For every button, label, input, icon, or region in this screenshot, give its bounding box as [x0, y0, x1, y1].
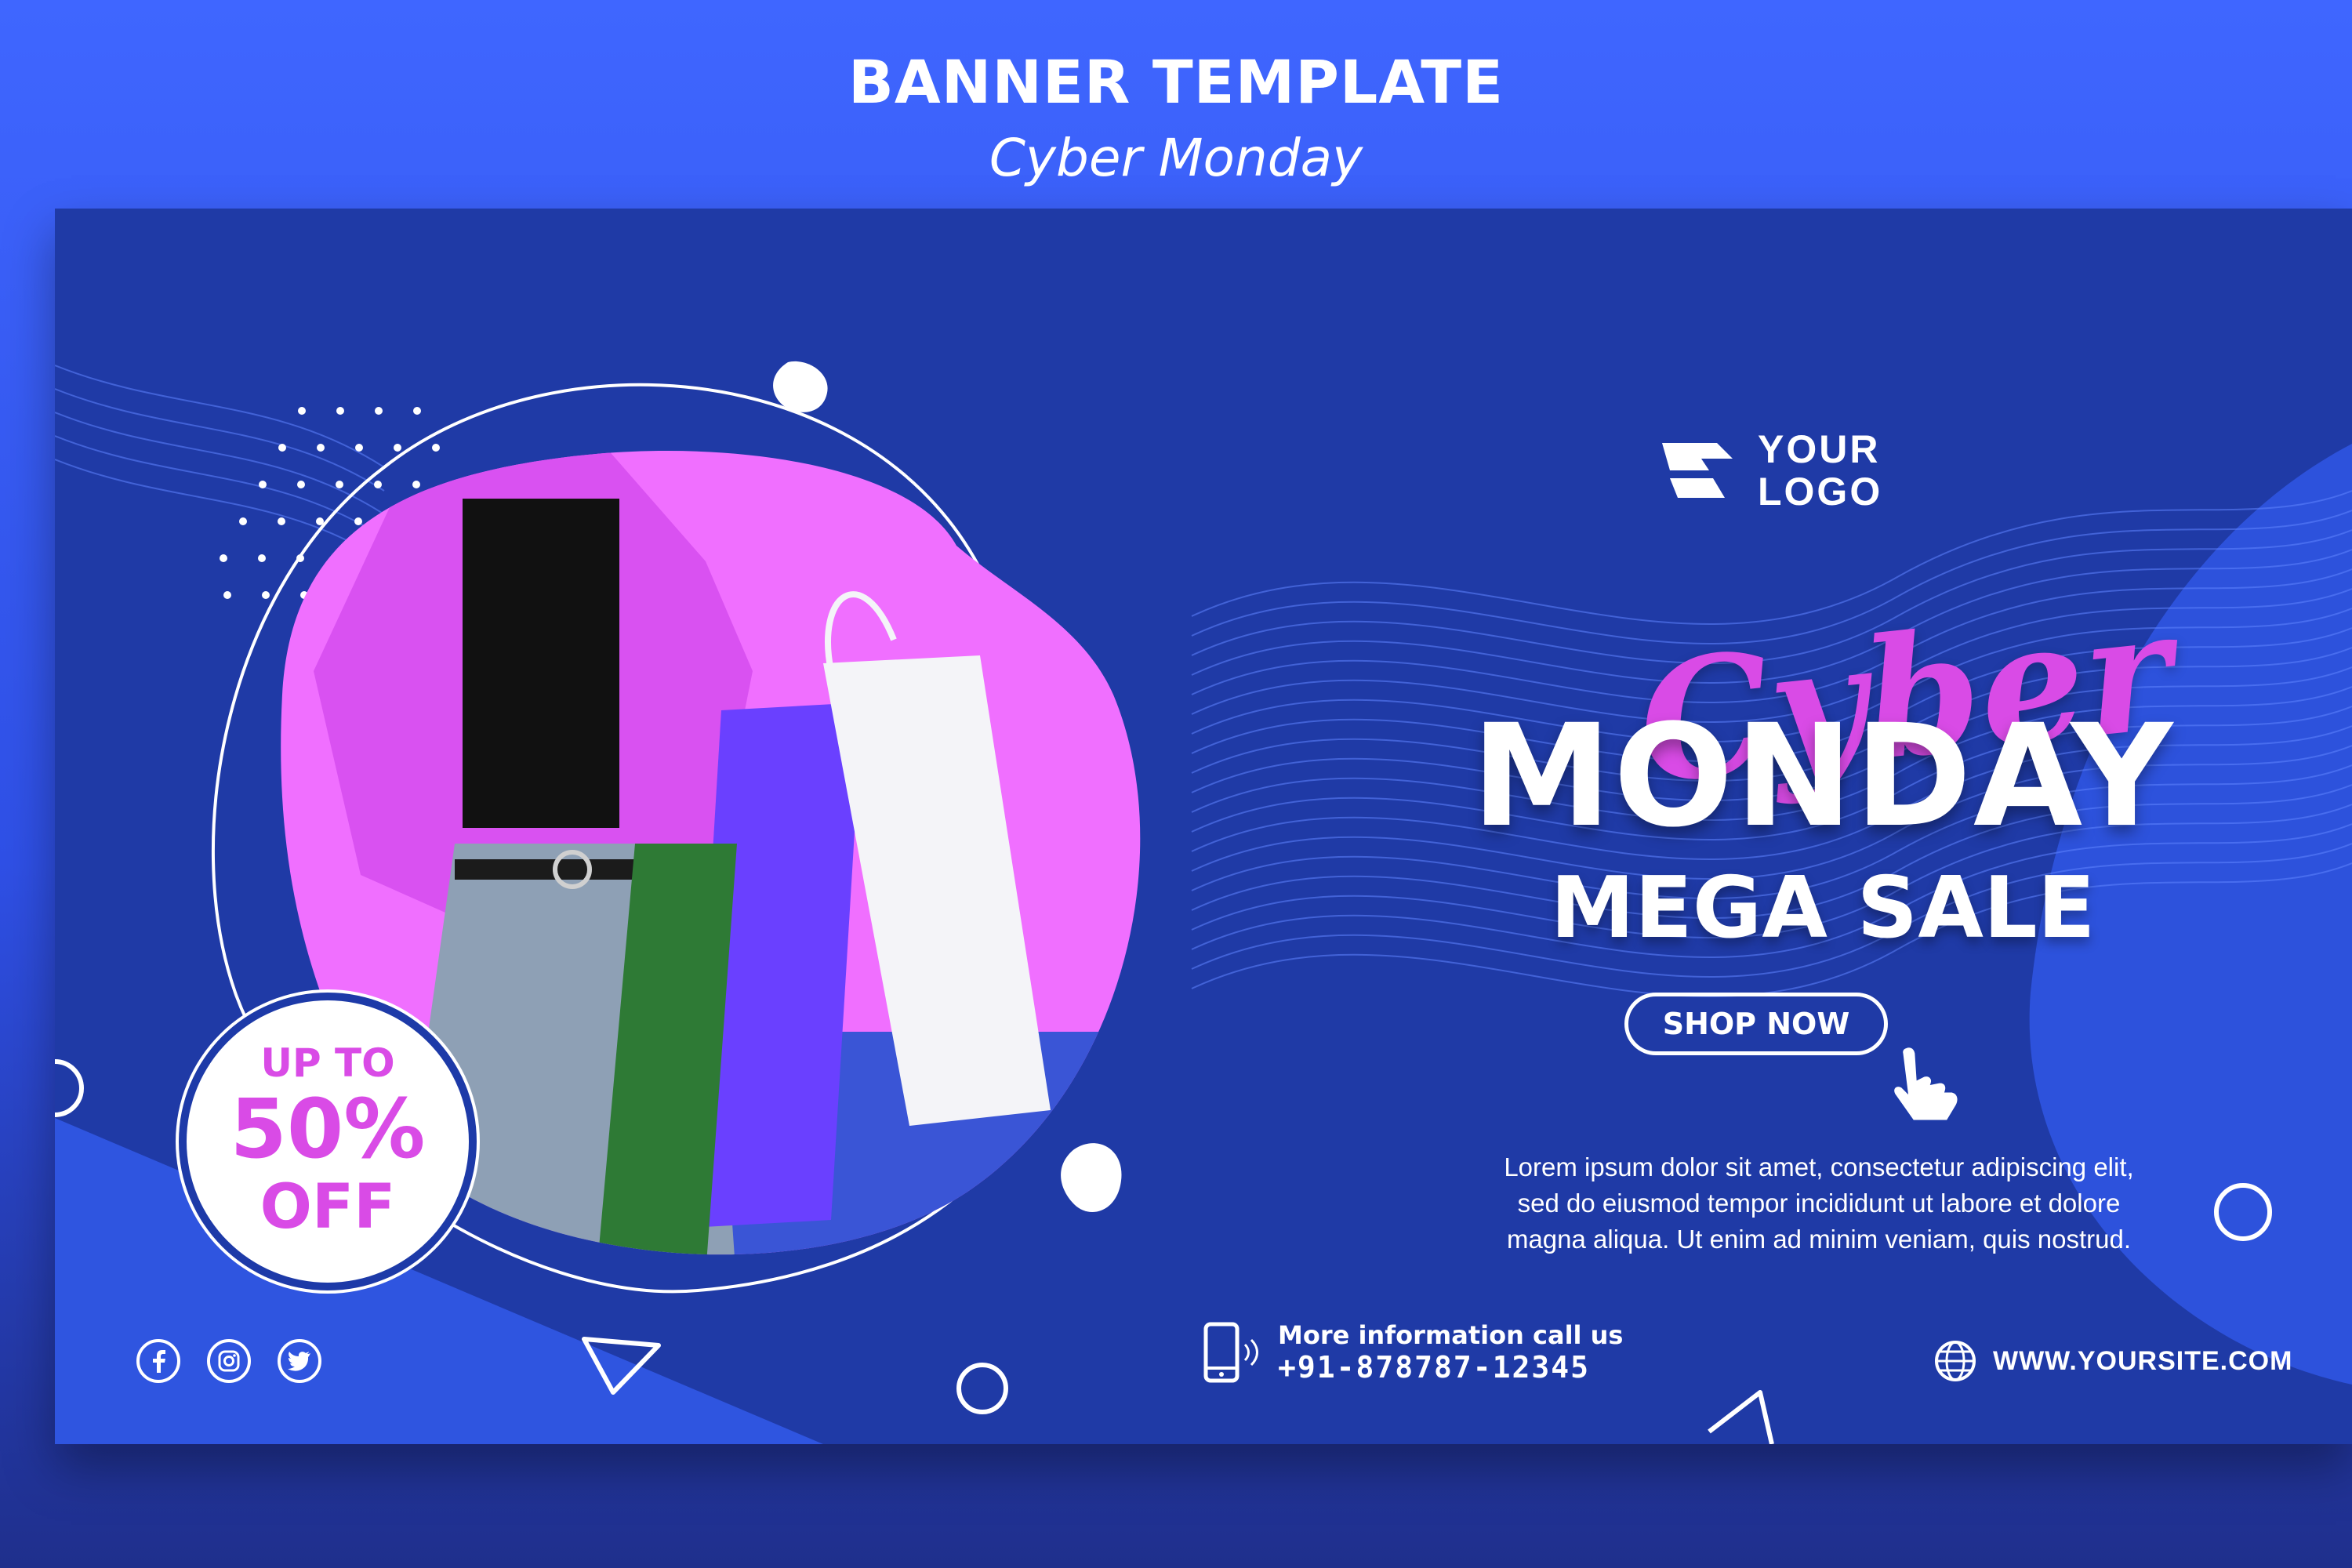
page-title: BANNER TEMPLATE [848, 47, 1504, 117]
description-line-3: magna aliqua. Ut enim ad minim veniam, q… [1506, 1225, 2132, 1254]
pointer-hand-icon [1892, 1045, 1960, 1123]
page-heading: BANNER TEMPLATE Cyber Monday [0, 47, 2352, 188]
description-line-2: sed do eiusmod tempor incididunt ut labo… [1517, 1189, 2121, 1218]
social-links [136, 1339, 321, 1383]
badge-line-3: OFF [260, 1172, 396, 1243]
headline-sub: MEGA SALE [1550, 859, 2096, 957]
instagram-icon[interactable] [207, 1339, 251, 1383]
badge-percentage: 50% [230, 1081, 426, 1177]
description: Lorem ipsum dolor sit amet, consectetur … [1356, 1149, 2281, 1258]
twitter-icon[interactable] [278, 1339, 321, 1383]
phone-icon [1203, 1322, 1258, 1383]
globe-icon [1935, 1341, 1976, 1381]
shop-now-button[interactable]: SHOP NOW [1624, 993, 1888, 1055]
hand [956, 451, 1019, 546]
facebook-icon[interactable] [136, 1339, 180, 1383]
website-link[interactable]: WWW.YOURSITE.COM [1933, 1339, 2292, 1383]
logo-line-2: LOGO [1758, 470, 1883, 514]
logo-line-1: YOUR [1758, 427, 1881, 471]
brand-logo: YOUR LOGO [1654, 428, 1882, 513]
page-subtitle: Cyber Monday [989, 128, 1363, 188]
contact-label: More information call us [1278, 1320, 1624, 1350]
website-url[interactable]: WWW.YOURSITE.COM [1993, 1346, 2292, 1377]
banner: UP TO 50% OFF YOUR LOGO Cyber MONDAY MEG… [55, 209, 2352, 1444]
logo-mark-icon [1662, 443, 1733, 498]
description-line-1: Lorem ipsum dolor sit amet, consectetur … [1504, 1152, 2134, 1181]
discount-badge: UP TO 50% OFF [187, 1000, 469, 1283]
contact-phone[interactable]: +91-878787-12345 [1278, 1350, 1623, 1385]
top [463, 499, 619, 828]
headline-main: MONDAY [1471, 695, 2175, 858]
contact-info: More information call us +91-878787-1234… [1200, 1320, 1623, 1385]
badge-line-1: UP TO [260, 1040, 395, 1086]
